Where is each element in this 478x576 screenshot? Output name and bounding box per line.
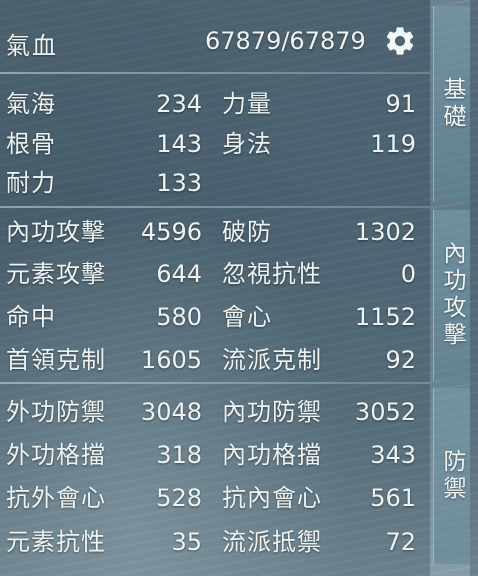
stat-label: 流派抵禦	[222, 528, 322, 556]
stat-label: 內功防禦	[222, 398, 322, 426]
tab-basic[interactable]: 基礎	[433, 6, 470, 202]
stat-internal-block: 內功格擋 343	[222, 437, 416, 473]
stat-label: 會心	[222, 303, 272, 331]
stat-label: 根骨	[6, 130, 56, 158]
stat-value: 1302	[354, 218, 416, 246]
stat-elemental-resistance: 元素抗性 35	[6, 524, 202, 560]
stat-label: 抗內會心	[222, 484, 322, 512]
stat-external-defense: 外功防禦 3048	[6, 394, 202, 430]
stat-strength: 力量 91	[222, 86, 416, 122]
stat-value: 580	[156, 303, 202, 331]
stat-value: 35	[171, 528, 202, 556]
tab-defense[interactable]: 防禦	[433, 388, 470, 564]
basic-section: 氣海 234 力量 91 根骨 143 身法 119 耐力 133	[0, 74, 430, 204]
stat-internal-defense: 內功防禦 3052	[222, 394, 416, 430]
stat-value: 3048	[140, 398, 202, 426]
stat-school-counter: 流派克制 92	[222, 342, 416, 378]
stat-qihai: 氣海 234	[6, 86, 202, 122]
gear-icon[interactable]	[383, 24, 417, 58]
stat-value: 528	[156, 484, 202, 512]
stat-critical: 會心 1152	[222, 299, 416, 335]
stat-label: 首領克制	[6, 346, 106, 374]
stat-value: 1605	[140, 346, 202, 374]
hp-label: 氣血	[6, 32, 58, 60]
tab-internal-attack[interactable]: 內功攻擊	[433, 210, 470, 380]
stat-value: 343	[370, 441, 416, 469]
stat-boss-counter: 首領克制 1605	[6, 342, 202, 378]
hp-row: 氣血 67879/67879	[0, 20, 430, 66]
stat-internal-attack: 內功攻擊 4596	[6, 214, 202, 250]
stat-label: 耐力	[6, 169, 56, 197]
stat-label: 內功攻擊	[6, 218, 106, 246]
stat-anti-external-crit: 抗外會心 528	[6, 480, 202, 516]
stat-label: 元素抗性	[6, 528, 106, 556]
defense-section: 外功防禦 3048 內功防禦 3052 外功格擋 318 內功格擋 343 抗外…	[0, 384, 430, 576]
stat-endurance: 耐力 133	[6, 165, 202, 201]
stat-gengu: 根骨 143	[6, 126, 202, 162]
stat-value: 119	[370, 130, 416, 158]
stat-label: 流派克制	[222, 346, 322, 374]
stat-value: 4596	[140, 218, 202, 246]
stat-value: 318	[156, 441, 202, 469]
stat-label: 內功格擋	[222, 441, 322, 469]
stat-label: 元素攻擊	[6, 260, 106, 288]
stat-value: 0	[400, 260, 416, 288]
stat-elemental-attack: 元素攻擊 644	[6, 256, 202, 292]
stat-armor-break: 破防 1302	[222, 214, 416, 250]
stat-ignore-resistance: 忽視抗性 0	[222, 256, 416, 292]
stat-label: 命中	[6, 303, 56, 331]
tab-strip	[470, 0, 478, 576]
hp-value: 67879/67879	[205, 27, 366, 55]
stat-value: 72	[385, 528, 416, 556]
stat-value: 133	[156, 169, 202, 197]
attack-section: 內功攻擊 4596 破防 1302 元素攻擊 644 忽視抗性 0 命中 580…	[0, 208, 430, 380]
stat-label: 外功格擋	[6, 441, 106, 469]
stat-label: 抗外會心	[6, 484, 106, 512]
stat-accuracy: 命中 580	[6, 299, 202, 335]
stat-value: 1152	[354, 303, 416, 331]
stat-label: 忽視抗性	[222, 260, 322, 288]
stat-school-resist: 流派抵禦 72	[222, 524, 416, 560]
stat-label: 力量	[222, 90, 272, 118]
stat-value: 234	[156, 90, 202, 118]
stat-value: 92	[385, 346, 416, 374]
stat-value: 644	[156, 260, 202, 288]
stat-value: 143	[156, 130, 202, 158]
stat-agility: 身法 119	[222, 126, 416, 162]
stat-value: 561	[370, 484, 416, 512]
stat-label: 外功防禦	[6, 398, 106, 426]
stat-external-block: 外功格擋 318	[6, 437, 202, 473]
stat-anti-internal-crit: 抗內會心 561	[222, 480, 416, 516]
tab-internal-attack-label: 內功攻擊	[439, 241, 465, 349]
tab-defense-label: 防禦	[439, 449, 465, 503]
stat-value: 91	[385, 90, 416, 118]
stat-label: 氣海	[6, 90, 56, 118]
stat-value: 3052	[354, 398, 416, 426]
stat-label: 身法	[222, 130, 272, 158]
tab-basic-label: 基礎	[439, 77, 465, 131]
stat-label: 破防	[222, 218, 272, 246]
